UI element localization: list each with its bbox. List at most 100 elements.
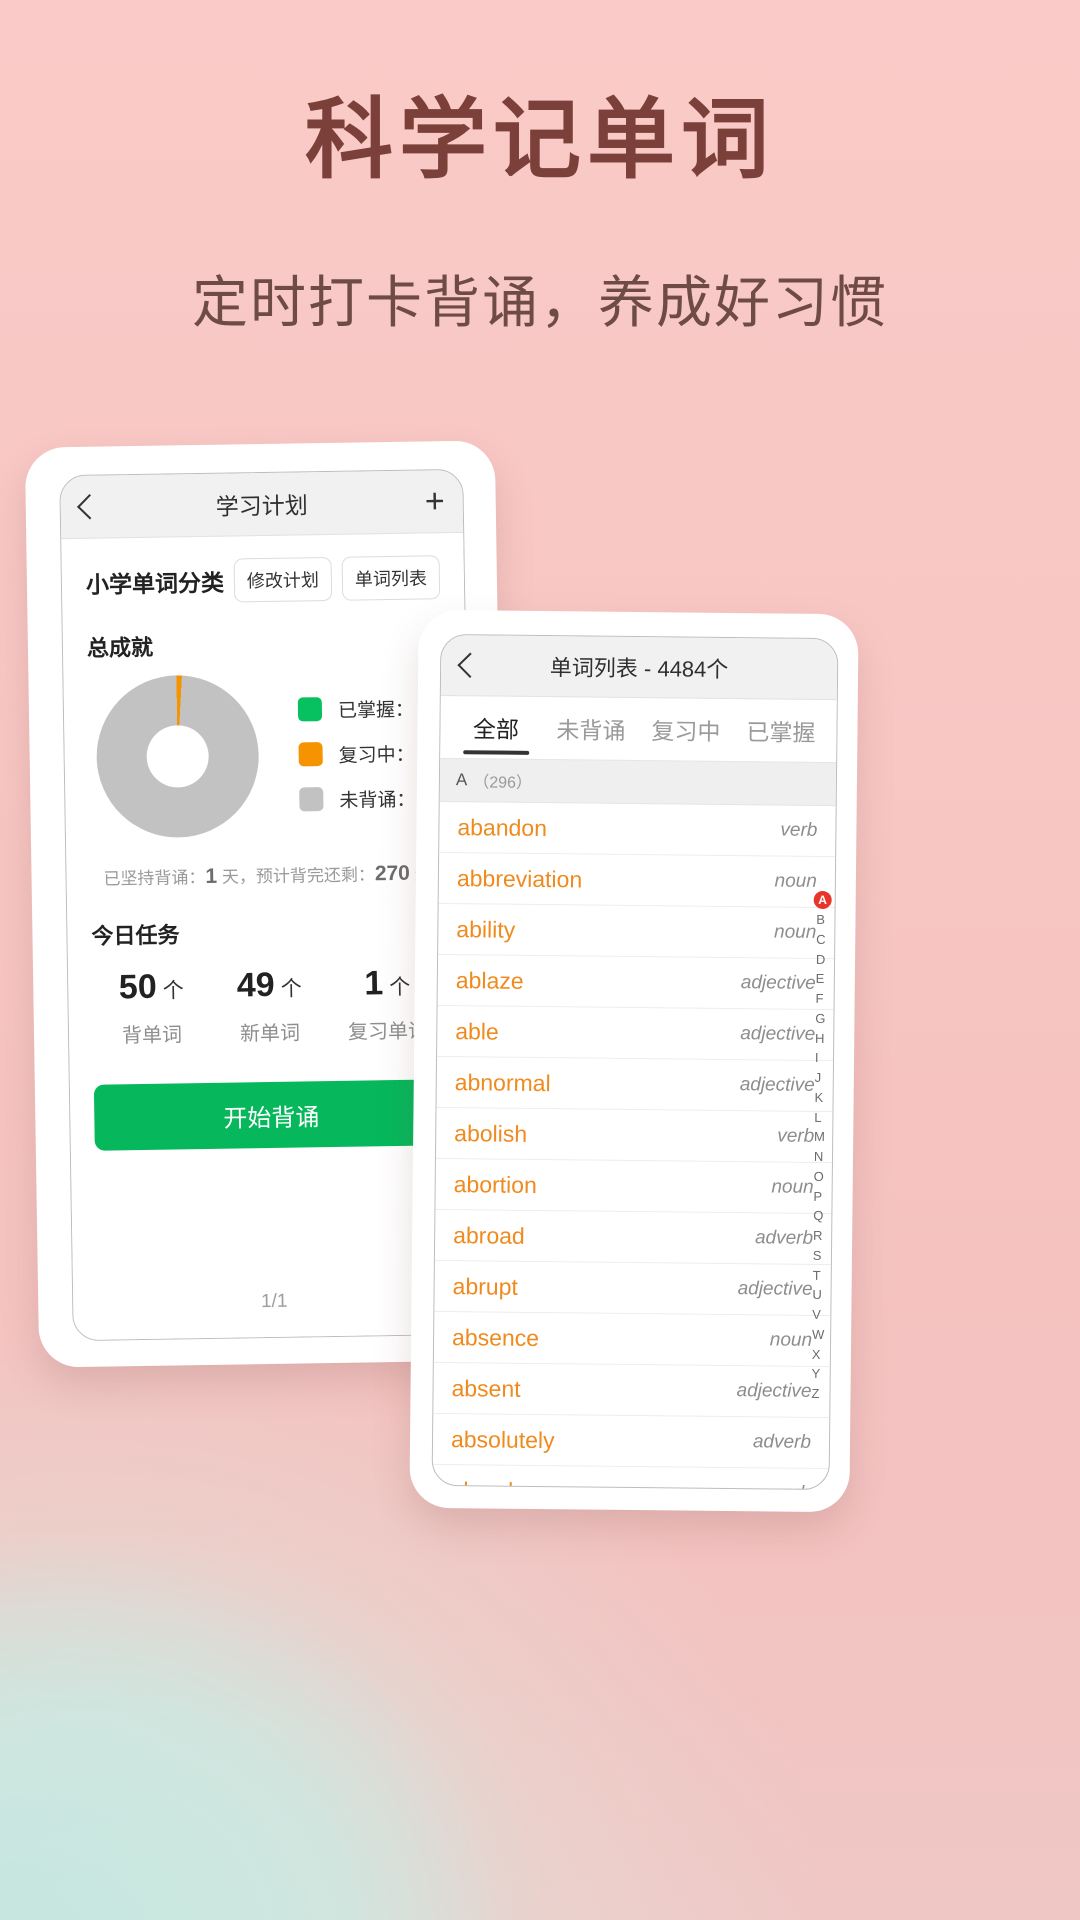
word-pos: noun <box>774 870 818 892</box>
alphabet-index-letter[interactable]: X <box>812 1344 824 1364</box>
alphabet-index-letter[interactable]: S <box>813 1246 825 1266</box>
alphabet-index-current[interactable]: A <box>813 890 832 910</box>
word-pos: adjective <box>740 972 816 994</box>
screen-word-list: 单词列表 - 4484个 全部 未背诵 复习中 已掌握 A （296） aban… <box>431 633 839 1491</box>
task-number: 1 <box>363 964 384 1003</box>
list-item[interactable]: ablaze adjective <box>437 954 835 1011</box>
word-pos: noun <box>771 1176 814 1198</box>
alphabet-index-letter[interactable]: T <box>813 1265 825 1285</box>
today-task-row: 50 个 背单词 49 个 新单词 1个 复习单词 <box>92 963 447 1049</box>
alphabet-index-letter[interactable]: M <box>814 1127 826 1147</box>
list-item[interactable]: absence noun <box>433 1311 831 1368</box>
alphabet-index-letter[interactable]: I <box>815 1048 827 1068</box>
plan-actions: 修改计划 单词列表 <box>233 555 441 603</box>
category-header-row: 小学单词分类 修改计划 单词列表 <box>86 555 441 605</box>
word-pos: verb <box>777 1125 815 1147</box>
list-item[interactable]: abolish verb <box>435 1107 833 1164</box>
legend-label-mastered: 已掌握： <box>337 699 415 722</box>
tab-mastered[interactable]: 已掌握 <box>733 699 829 762</box>
alphabet-index-letter[interactable]: Y <box>811 1364 823 1384</box>
word-text: abandon <box>457 813 548 841</box>
list-item[interactable]: ability noun <box>438 903 835 960</box>
task-unit: 个 <box>162 979 184 1003</box>
word-pos: adverb <box>754 1227 814 1249</box>
legend-label-unlearned: 未背诵： <box>339 789 416 812</box>
streak-mid: 天，预计背完还剩： <box>221 865 376 887</box>
page-subtitle: 定时打卡背诵，养成好习惯 <box>192 271 888 334</box>
word-pos: noun <box>769 1329 813 1351</box>
word-text: abroad <box>453 1221 525 1249</box>
list-item[interactable]: absolutely adverb <box>432 1413 830 1470</box>
alphabet-index-letter[interactable]: K <box>814 1088 826 1108</box>
alphabet-index-letter[interactable]: D <box>816 949 828 969</box>
streak-days: 1 <box>205 864 218 888</box>
legend-swatch-reviewing <box>298 742 323 767</box>
alphabet-index-letter[interactable]: W <box>812 1325 824 1345</box>
list-item[interactable]: able adjective <box>437 1005 834 1062</box>
list-item[interactable]: absorb verb <box>432 1464 829 1491</box>
alphabet-index-letter[interactable]: C <box>816 930 828 950</box>
word-text: absence <box>451 1323 540 1351</box>
word-text: absent <box>451 1374 521 1402</box>
today-task-title: 今日任务 <box>91 922 180 949</box>
legend-swatch-unlearned <box>299 787 324 812</box>
word-text: abortion <box>453 1170 537 1198</box>
alphabet-index-letter[interactable]: Q <box>813 1206 825 1226</box>
category-title: 小学单词分类 <box>85 569 225 598</box>
section-header-a: A （296） <box>439 757 837 807</box>
task-unit: 个 <box>389 975 411 1000</box>
list-item[interactable]: absent adjective <box>433 1362 830 1419</box>
word-text: absorb <box>450 1476 521 1491</box>
task-unit: 个 <box>280 977 302 1001</box>
alphabet-index-letter[interactable]: F <box>815 989 827 1009</box>
word-pos: adverb <box>752 1431 812 1453</box>
legend-swatch-mastered <box>297 697 323 722</box>
task-label: 背单词 <box>121 1024 183 1048</box>
list-item[interactable]: abroad adverb <box>434 1209 832 1266</box>
word-pos: adjective <box>737 1278 813 1300</box>
tab-unlearned[interactable]: 未背诵 <box>543 697 639 760</box>
alphabet-index-letter[interactable]: J <box>815 1068 827 1088</box>
alphabet-index-letter[interactable]: O <box>814 1167 826 1187</box>
streak-summary: 已坚持背诵：1 天，预计背完还剩：270 天 <box>90 859 444 891</box>
alphabet-index-letter[interactable]: E <box>816 969 828 989</box>
word-text: ability <box>456 915 516 943</box>
word-pos: noun <box>773 921 817 943</box>
list-item[interactable]: abrupt adjective <box>434 1260 831 1317</box>
alphabet-index-letter[interactable]: G <box>815 1009 827 1029</box>
alphabet-index-letter[interactable]: R <box>813 1226 825 1246</box>
plus-icon[interactable]: + <box>425 482 445 520</box>
tab-all[interactable]: 全部 <box>448 696 544 759</box>
edit-plan-button[interactable]: 修改计划 <box>233 556 333 603</box>
alphabet-index-letter[interactable]: N <box>814 1147 826 1167</box>
streak-remaining: 270 <box>374 861 411 886</box>
alphabet-index-letter[interactable]: B <box>816 910 828 930</box>
alphabet-index-letter[interactable]: U <box>812 1285 824 1305</box>
list-item[interactable]: abortion noun <box>435 1158 832 1215</box>
task-number: 50 <box>118 967 157 1007</box>
alphabet-index-letters[interactable]: BCDEFGHIJKLMNOPQRSTUVWXYZ <box>811 910 828 1404</box>
navbar-word-list: 单词列表 - 4484个 <box>440 634 838 701</box>
navbar-title: 单词列表 - 4484个 <box>549 655 729 682</box>
word-pos: verb <box>773 1482 810 1490</box>
alphabet-index-letter[interactable]: L <box>814 1107 826 1127</box>
word-list-tabs: 全部 未背诵 复习中 已掌握 <box>440 695 837 763</box>
streak-prefix: 已坚持背诵： <box>103 867 206 889</box>
phone-mockup-word-list: 单词列表 - 4484个 全部 未背诵 复习中 已掌握 A （296） aban… <box>409 609 859 1513</box>
alphabet-index-letter[interactable]: H <box>815 1028 827 1048</box>
task-cell-review-words: 50 个 背单词 <box>92 967 211 1049</box>
alphabet-index-letter[interactable]: V <box>812 1305 824 1325</box>
start-recite-button[interactable]: 开始背诵 <box>93 1079 449 1151</box>
list-item[interactable]: abnormal adjective <box>436 1056 834 1113</box>
word-list-button[interactable]: 单词列表 <box>341 555 441 601</box>
tab-reviewing[interactable]: 复习中 <box>638 698 734 761</box>
list-item[interactable]: abandon verb <box>439 801 836 858</box>
word-pos: verb <box>780 819 818 841</box>
list-item[interactable]: abbreviation noun <box>438 852 836 909</box>
word-text: abrupt <box>452 1272 518 1300</box>
word-text: ablaze <box>455 966 524 994</box>
alphabet-index-letter[interactable]: P <box>813 1186 825 1206</box>
alphabet-index-letter[interactable]: Z <box>811 1384 823 1404</box>
word-list[interactable]: abandon verb abbreviation noun ability noun… <box>432 801 836 1491</box>
task-label: 新单词 <box>239 1022 301 1046</box>
